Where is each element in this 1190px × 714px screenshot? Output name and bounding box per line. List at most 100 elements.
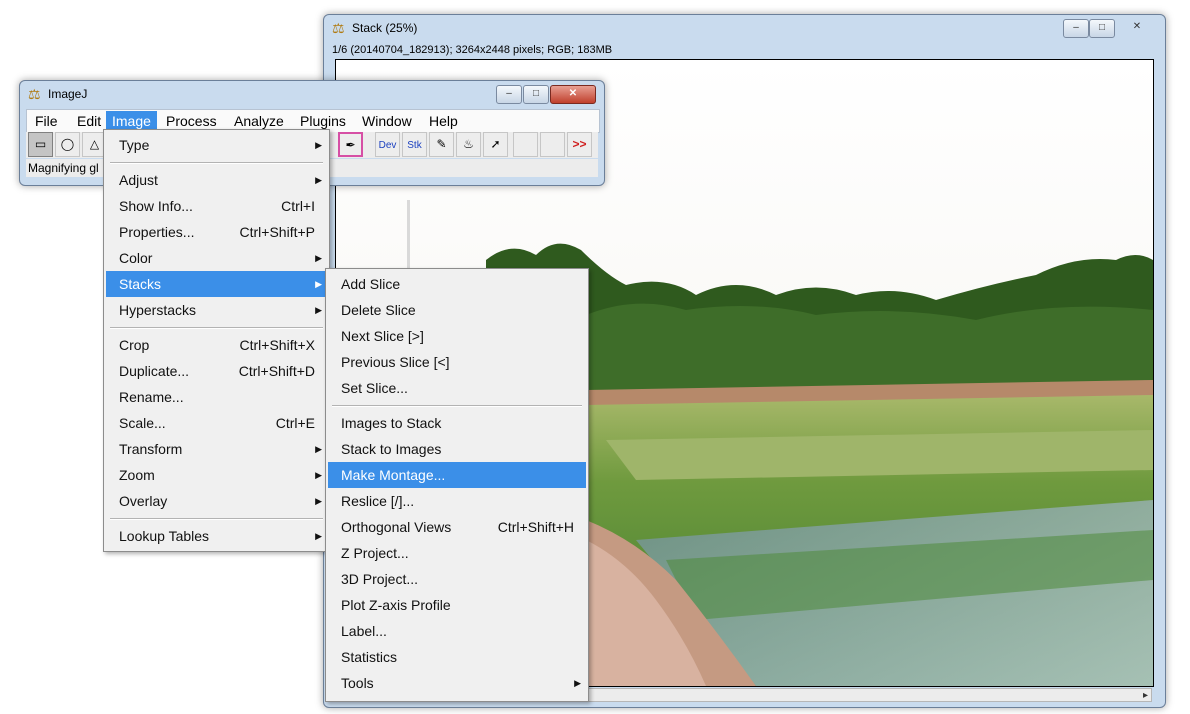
menu-item-label: Make Montage... [341, 467, 446, 483]
menu-item-label: Duplicate... [119, 363, 190, 379]
flood-fill-icon[interactable]: ♨ [456, 132, 481, 157]
triangle-right-icon: ▶ [315, 279, 322, 289]
triangle-right-icon: ▶ [315, 305, 322, 315]
menu-item-rename[interactable]: Rename... [106, 384, 327, 410]
menu-help[interactable]: Help [423, 111, 464, 131]
imagej-title: ImageJ [48, 87, 88, 101]
stack-titlebar[interactable]: ⚖ Stack (25%) – □ ✕ [324, 15, 1165, 43]
menu-item-crop[interactable]: Crop Ctrl+Shift+X [106, 332, 327, 358]
menu-item-show-info[interactable]: Show Info... Ctrl+I [106, 193, 327, 219]
triangle-right-icon: ▶ [315, 140, 322, 150]
empty-tool-slot[interactable] [540, 132, 565, 157]
menu-separator [110, 162, 323, 164]
menu-item-label: Lookup Tables [119, 528, 210, 544]
menu-item-next-slice[interactable]: Next Slice [>] [328, 323, 586, 349]
menu-item-label: Show Info... [119, 198, 193, 214]
menu-process[interactable]: Process [160, 111, 223, 131]
scroll-right-icon[interactable]: ▸ [1143, 689, 1148, 702]
menu-item-transform[interactable]: Transform ▶ [106, 436, 327, 462]
menu-item-orthogonal-views[interactable]: Orthogonal Views Ctrl+Shift+H [328, 514, 586, 540]
color-picker-tool[interactable]: ✒ [338, 132, 363, 157]
menu-item-label: Next Slice [>] [341, 328, 424, 344]
menu-item-zoom[interactable]: Zoom ▶ [106, 462, 327, 488]
menu-item-make-montage[interactable]: Make Montage... [328, 462, 586, 488]
menu-item-hyperstacks[interactable]: Hyperstacks ▶ [106, 297, 327, 323]
menu-item-label: Delete Slice [341, 302, 416, 318]
menu-item-label: Tools [341, 675, 374, 691]
menu-item-3d-project[interactable]: 3D Project... [328, 566, 586, 592]
menu-item-previous-slice[interactable]: Previous Slice [<] [328, 349, 586, 375]
menu-item-duplicate[interactable]: Duplicate... Ctrl+Shift+D [106, 358, 327, 384]
menu-item-label: Overlay [119, 493, 168, 509]
menu-item-shortcut: Ctrl+Shift+H [497, 519, 574, 535]
menu-item-shortcut: Ctrl+Shift+X [239, 337, 315, 353]
dev-tool[interactable]: Dev [375, 132, 400, 157]
menu-item-label: Images to Stack [341, 415, 442, 431]
menu-item-stacks[interactable]: Stacks ▶ [106, 271, 327, 297]
menu-item-shortcut: Ctrl+I [281, 198, 315, 214]
menu-item-label: Transform [119, 441, 183, 457]
maximize-button[interactable]: □ [523, 85, 549, 104]
menu-item-lookup-tables[interactable]: Lookup Tables ▶ [106, 523, 327, 549]
menu-image[interactable]: Image [106, 111, 157, 131]
minimize-button[interactable]: – [496, 85, 522, 104]
menu-item-z-project[interactable]: Z Project... [328, 540, 586, 566]
imagej-titlebar[interactable]: ⚖ ImageJ – □ ✕ [20, 81, 604, 109]
triangle-right-icon: ▶ [315, 444, 322, 454]
menu-item-type[interactable]: Type ▶ [106, 132, 327, 158]
menu-plugins[interactable]: Plugins [294, 111, 352, 131]
menu-item-properties[interactable]: Properties... Ctrl+Shift+P [106, 219, 327, 245]
menu-item-adjust[interactable]: Adjust ▶ [106, 167, 327, 193]
oval-tool[interactable]: ◯ [55, 132, 80, 157]
menu-item-scale[interactable]: Scale... Ctrl+E [106, 410, 327, 436]
menu-item-label: Rename... [119, 389, 184, 405]
menu-analyze[interactable]: Analyze [228, 111, 290, 131]
minimize-button[interactable]: – [1063, 19, 1089, 38]
maximize-button[interactable]: □ [1089, 19, 1115, 38]
menu-edit[interactable]: Edit [71, 111, 107, 131]
triangle-right-icon: ▶ [315, 470, 322, 480]
stk-tool[interactable]: Stk [402, 132, 427, 157]
menu-item-plot-z-axis-profile[interactable]: Plot Z-axis Profile [328, 592, 586, 618]
menu-item-stack-to-images[interactable]: Stack to Images [328, 436, 586, 462]
stack-info-text: 1/6 (20140704_182913); 3264x2448 pixels;… [332, 44, 613, 56]
menu-file[interactable]: File [29, 111, 64, 131]
menu-item-label: Adjust [119, 172, 158, 188]
rectangle-tool[interactable]: ▭ [28, 132, 53, 157]
menu-item-tools[interactable]: Tools ▶ [328, 670, 586, 696]
menu-item-label: Scale... [119, 415, 166, 431]
arrow-tool-icon[interactable]: ➚ [483, 132, 508, 157]
menu-item-label: Zoom [119, 467, 155, 483]
menu-item-label: Crop [119, 337, 150, 353]
menu-item-overlay[interactable]: Overlay ▶ [106, 488, 327, 514]
menu-item-label: Properties... [119, 224, 195, 240]
menu-item-set-slice[interactable]: Set Slice... [328, 375, 586, 401]
menu-item-reslice[interactable]: Reslice [/]... [328, 488, 586, 514]
menu-item-label: Plot Z-axis Profile [341, 597, 451, 613]
menu-item-label: Previous Slice [<] [341, 354, 450, 370]
microscope-icon: ⚖ [332, 20, 345, 36]
brush-icon[interactable]: ✎ [429, 132, 454, 157]
menu-item-add-slice[interactable]: Add Slice [328, 271, 586, 297]
menu-separator [110, 327, 323, 329]
empty-tool-slot[interactable] [513, 132, 538, 157]
more-tools-button[interactable]: >> [567, 132, 592, 157]
menu-item-delete-slice[interactable]: Delete Slice [328, 297, 586, 323]
close-button[interactable]: ✕ [1117, 19, 1157, 36]
stack-title: Stack (25%) [352, 21, 418, 35]
menu-item-label-tool[interactable]: Label... [328, 618, 586, 644]
menu-item-shortcut: Ctrl+Shift+D [238, 363, 315, 379]
menu-item-color[interactable]: Color ▶ [106, 245, 327, 271]
triangle-right-icon: ▶ [315, 253, 322, 263]
menu-item-label: Stacks [119, 276, 162, 292]
menu-item-shortcut: Ctrl+Shift+P [239, 224, 315, 240]
menu-window[interactable]: Window [356, 111, 418, 131]
menu-item-label: Stack to Images [341, 441, 442, 457]
menu-item-label: Statistics [341, 649, 398, 665]
menu-separator [332, 405, 582, 407]
menu-item-statistics[interactable]: Statistics [328, 644, 586, 670]
menu-item-images-to-stack[interactable]: Images to Stack [328, 410, 586, 436]
close-button[interactable]: ✕ [550, 85, 596, 104]
menu-item-label: Reslice [/]... [341, 493, 415, 509]
stacks-submenu: Add Slice Delete Slice Next Slice [>] Pr… [325, 268, 589, 702]
